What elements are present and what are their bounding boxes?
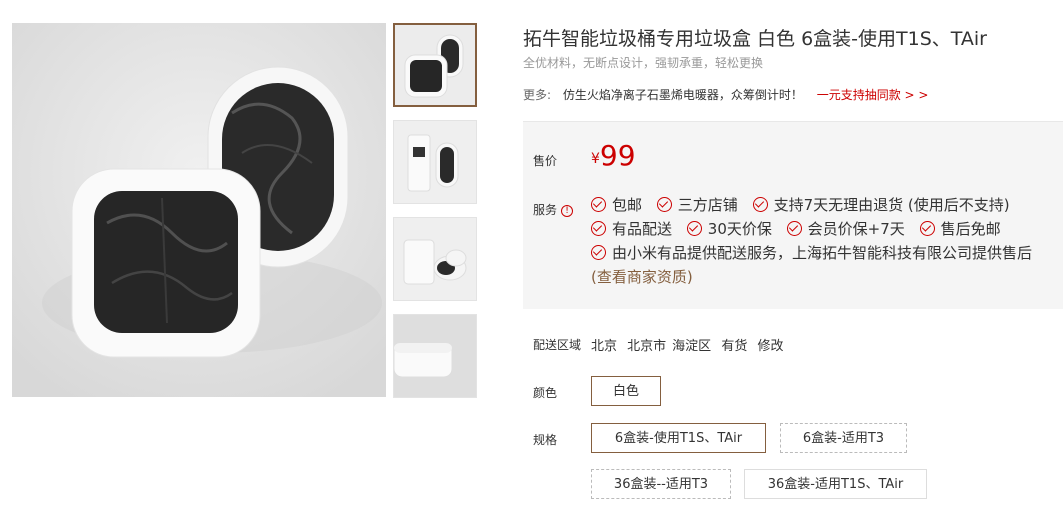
spec-option-36-t3[interactable]: 36盒装--适用T3 xyxy=(591,469,731,499)
price-service-panel: 售价 ¥99 服务! 包邮 三方店铺 支持7天无理由退货 (使用后不支持) 有品… xyxy=(523,121,1063,309)
edit-delivery-button[interactable]: 修改 xyxy=(757,339,783,354)
spec-option-6-t1s-tair[interactable]: 6盒装-使用T1S、TAir xyxy=(591,423,766,453)
spec-label: 规格 xyxy=(533,433,558,447)
promo-link[interactable]: 一元支持抽同款 > > xyxy=(817,88,929,102)
thumbnail-3[interactable] xyxy=(393,217,477,301)
service-item: 30天价保 xyxy=(686,217,772,241)
product-subtitle: 全优材料，无断点设计，强韧承重，轻松更换 xyxy=(523,56,764,70)
service-label-row: 服务! xyxy=(533,201,574,218)
service-label: 服务 xyxy=(533,203,558,217)
spec-option-6-t3[interactable]: 6盒装-适用T3 xyxy=(780,423,907,453)
check-circle-icon xyxy=(919,221,935,236)
more-text: 仿生火焰净离子石墨烯电暖器，众筹倒计时！ xyxy=(562,88,803,102)
price: ¥99 xyxy=(591,139,636,172)
check-circle-icon xyxy=(786,221,802,236)
check-circle-icon xyxy=(591,245,606,260)
trash-bag-box-illustration xyxy=(12,23,386,397)
delivery-area: 北京 北京市 海淀区 有货 修改 xyxy=(591,335,790,354)
check-circle-icon xyxy=(591,221,606,236)
check-circle-icon xyxy=(591,197,606,212)
check-circle-icon xyxy=(686,221,702,236)
thumbnail-2[interactable] xyxy=(393,120,477,204)
service-list: 包邮 三方店铺 支持7天无理由退货 (使用后不支持) 有品配送 30天价保 会员… xyxy=(591,193,1051,289)
color-option-white[interactable]: 白色 xyxy=(591,376,661,406)
delivery-province[interactable]: 北京 xyxy=(591,339,617,354)
info-icon[interactable]: ! xyxy=(561,205,574,217)
thumbnail-list xyxy=(393,23,477,411)
more-promo: 更多: 仿生火焰净离子石墨烯电暖器，众筹倒计时！ 一元支持抽同款 > > xyxy=(523,86,928,103)
price-value: 99 xyxy=(599,139,636,172)
more-label: 更多: xyxy=(523,88,552,102)
service-item: 有品配送 xyxy=(591,217,672,241)
stock-status: 有货 xyxy=(721,339,748,354)
delivery-city[interactable]: 北京市 xyxy=(627,339,666,354)
delivery-district[interactable]: 海淀区 xyxy=(672,339,711,354)
merchant-qualification-link[interactable]: (查看商家资质) xyxy=(591,268,693,286)
check-circle-icon xyxy=(656,197,672,212)
service-provider-note: 由小米有品提供配送服务，上海拓牛智能科技有限公司提供售后 (查看商家资质) xyxy=(591,244,1033,286)
product-main-image xyxy=(12,23,386,397)
service-item: 包邮 xyxy=(591,193,642,217)
service-item: 售后免邮 xyxy=(919,217,1001,241)
thumbnail-1[interactable] xyxy=(393,23,477,107)
currency-symbol: ¥ xyxy=(591,151,600,167)
price-label: 售价 xyxy=(533,154,558,168)
check-circle-icon xyxy=(752,197,768,212)
service-item: 会员价保+7天 xyxy=(786,217,905,241)
delivery-label: 配送区域 xyxy=(533,338,582,352)
color-label: 颜色 xyxy=(533,386,558,400)
spec-option-36-t1s-tair[interactable]: 36盒装-适用T1S、TAir xyxy=(744,469,927,499)
service-item: 三方店铺 xyxy=(656,193,738,217)
service-item: 支持7天无理由退货 (使用后不支持) xyxy=(752,193,1010,217)
product-title: 拓牛智能垃圾桶专用垃圾盒 白色 6盒装-使用T1S、TAir xyxy=(523,28,987,50)
thumbnail-4[interactable] xyxy=(393,314,477,398)
